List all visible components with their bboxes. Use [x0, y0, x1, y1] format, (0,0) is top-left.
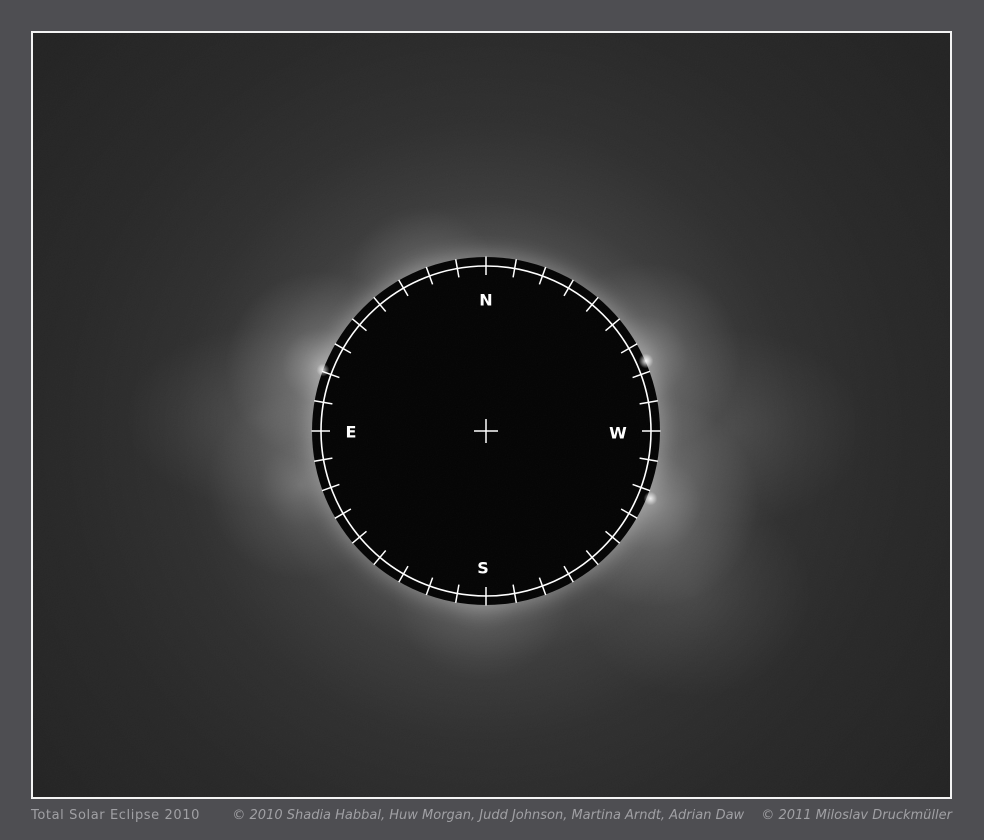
- eclipse-screenshot: N E W S Total Solar Eclipse 2010 © 2010 …: [0, 0, 984, 840]
- film-grain: [33, 33, 950, 797]
- compass-label-west: W: [609, 424, 627, 443]
- eclipse-photo: N E W S: [31, 31, 952, 799]
- compass-label-south: S: [477, 559, 489, 578]
- photo-credits: © 2010 Shadia Habbal, Huw Morgan, Judd J…: [232, 806, 952, 826]
- credit-2010: © 2010 Shadia Habbal, Huw Morgan, Judd J…: [232, 808, 744, 823]
- caption-bar: Total Solar Eclipse 2010 © 2010 Shadia H…: [31, 806, 952, 826]
- compass-label-east: E: [346, 423, 357, 442]
- position-angle-scale: N E W S: [33, 33, 950, 797]
- photo-title: Total Solar Eclipse 2010: [31, 806, 200, 826]
- credit-2011: © 2011 Miloslav Druckmüller: [761, 808, 952, 823]
- compass-label-north: N: [479, 291, 492, 310]
